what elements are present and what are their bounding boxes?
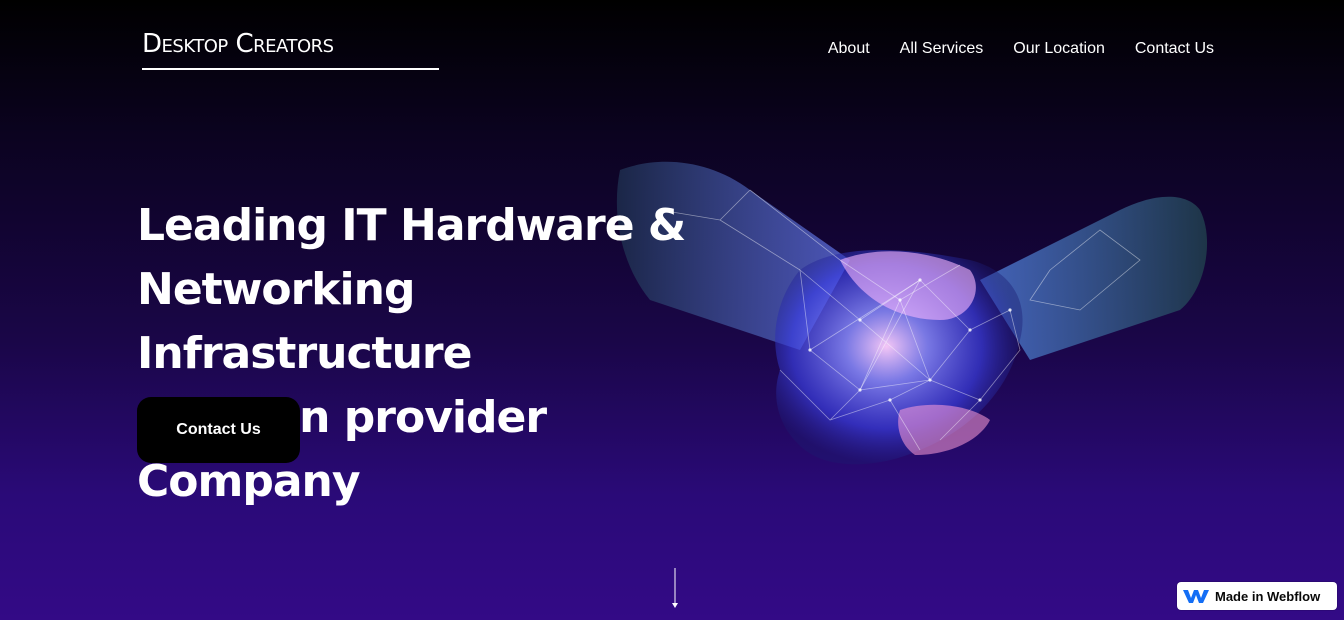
logo-underline (142, 68, 439, 70)
nav-link-all-services[interactable]: All Services (900, 38, 984, 60)
main-nav: About All Services Our Location Contact … (828, 38, 1214, 60)
webflow-logo-icon (1183, 590, 1209, 603)
hero-title-line-2: Networking Infrastructure (137, 264, 472, 379)
down-arrow-icon[interactable] (669, 568, 681, 610)
contact-us-button[interactable]: Contact Us (137, 397, 300, 463)
nav-link-about[interactable]: About (828, 38, 870, 60)
made-in-webflow-badge[interactable]: Made in Webflow (1177, 582, 1337, 610)
hero-title: Leading IT Hardware & Networking Infrast… (137, 194, 737, 514)
logo-text: Desktop Creators (142, 29, 334, 59)
hero-title-line-1: Leading IT Hardware & (137, 200, 686, 251)
webflow-badge-label: Made in Webflow (1215, 588, 1321, 604)
nav-link-our-location[interactable]: Our Location (1013, 38, 1105, 60)
site-logo[interactable]: Desktop Creators (142, 26, 440, 72)
nav-link-contact-us[interactable]: Contact Us (1135, 38, 1214, 60)
